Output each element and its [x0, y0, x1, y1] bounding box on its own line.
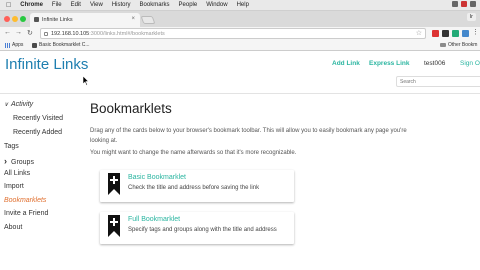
- sidebar-item-activity[interactable]: ∨ Activity: [4, 101, 33, 108]
- description-line: You might want to change the name afterw…: [90, 150, 297, 156]
- apps-grid-icon: [5, 42, 10, 48]
- bookmark-favicon-icon: [32, 42, 37, 48]
- description-line: Drag any of the cards below to your brow…: [90, 128, 407, 134]
- profile-chip[interactable]: Ir: [466, 13, 476, 21]
- bookmark-item[interactable]: Basic Bookmarklet C...: [32, 42, 90, 48]
- menu-window[interactable]: Window: [206, 2, 227, 8]
- bookmark-item-label: Basic Bookmarklet C...: [39, 42, 90, 48]
- sidebar-item-import[interactable]: Import: [4, 183, 24, 190]
- minimize-window-icon[interactable]: [12, 16, 18, 22]
- card-title[interactable]: Basic Bookmarklet: [128, 174, 186, 181]
- back-arrow-icon[interactable]: ←: [4, 29, 11, 36]
- sidebar-item-tags[interactable]: Tags: [4, 143, 19, 150]
- bookmarklet-card-full[interactable]: Full Bookmarklet Specify tags and groups…: [100, 212, 294, 244]
- extension-icon[interactable]: [462, 30, 469, 37]
- sidebar-item-recently-added[interactable]: Recently Added: [13, 129, 62, 136]
- info-icon[interactable]: [44, 32, 48, 36]
- reload-icon[interactable]: ↻: [27, 29, 33, 37]
- search-input[interactable]: [396, 76, 480, 87]
- folder-icon: [440, 43, 446, 47]
- browser-tab-strip: Infinite Links × Ir: [0, 11, 480, 27]
- username-label[interactable]: test006: [424, 60, 445, 67]
- recording-icon[interactable]: [461, 1, 467, 7]
- sidebar-item-groups[interactable]: › Groups: [4, 156, 34, 166]
- extension-icon[interactable]: [442, 30, 449, 37]
- sidebar-item-about[interactable]: About: [4, 224, 22, 231]
- zoom-window-icon[interactable]: [20, 16, 26, 22]
- menu-history[interactable]: History: [112, 2, 131, 8]
- bookmarklet-card-basic[interactable]: Basic Bookmarklet Check the title and ad…: [100, 170, 294, 202]
- new-tab-button[interactable]: [140, 16, 156, 24]
- card-title[interactable]: Full Bookmarklet: [128, 216, 180, 223]
- chevron-right-icon: ›: [4, 156, 7, 166]
- forward-arrow-icon[interactable]: →: [15, 29, 22, 36]
- tab-favicon-icon: [34, 17, 39, 22]
- card-description: Check the title and address before savin…: [128, 185, 260, 191]
- bookmark-star-icon[interactable]: ☆: [416, 29, 422, 37]
- express-link-button[interactable]: Express Link: [369, 60, 409, 67]
- menu-app-chrome[interactable]: Chrome: [20, 2, 43, 8]
- add-link-button[interactable]: Add Link: [332, 60, 360, 67]
- menubar-status-icons: [452, 1, 476, 7]
- address-bar[interactable]: 192.168.10.105:3000/links.html#/bookmark…: [40, 28, 426, 39]
- bookmark-icon: [108, 215, 120, 237]
- status-icon[interactable]: [452, 1, 458, 7]
- browser-tab[interactable]: Infinite Links ×: [30, 13, 140, 27]
- sign-out-link[interactable]: Sign O: [460, 60, 480, 67]
- bookmarks-bar: Apps Basic Bookmarklet C... Other Bookm: [0, 40, 480, 51]
- tab-title: Infinite Links: [42, 17, 73, 23]
- menu-help[interactable]: Help: [237, 2, 249, 8]
- menu-view[interactable]: View: [90, 2, 103, 8]
- sidebar-item-invite[interactable]: Invite a Friend: [4, 210, 48, 217]
- page-title: Bookmarklets: [90, 101, 172, 116]
- apps-label: Apps: [12, 42, 24, 48]
- menu-edit[interactable]: Edit: [71, 2, 81, 8]
- apps-shortcut[interactable]: Apps: [5, 42, 23, 48]
- mouse-cursor-icon: [83, 76, 89, 86]
- sidebar-item-label: Groups: [11, 159, 34, 166]
- wifi-icon[interactable]: [470, 1, 476, 7]
- browser-toolbar: ← → ↻ 192.168.10.105:3000/links.html#/bo…: [0, 27, 480, 40]
- close-tab-icon[interactable]: ×: [131, 16, 135, 22]
- url-host: 192.168.10.105: [51, 31, 90, 37]
- os-menubar:  Chrome File Edit View History Bookmark…: [0, 0, 480, 11]
- extension-icon[interactable]: [452, 30, 459, 37]
- url-path: :3000/links.html#/bookmarklets: [89, 31, 165, 37]
- sidebar-item-bookmarklets[interactable]: Bookmarklets: [4, 197, 46, 204]
- menu-file[interactable]: File: [52, 2, 62, 8]
- menu-bookmarks[interactable]: Bookmarks: [140, 2, 170, 8]
- sidebar-item-all-links[interactable]: All Links: [4, 170, 30, 177]
- description-line: looking at.: [90, 138, 118, 144]
- menu-people[interactable]: People: [179, 2, 198, 8]
- extension-icon[interactable]: [432, 30, 439, 37]
- sidebar-item-label: Activity: [11, 101, 34, 108]
- sidebar-item-recently-visited[interactable]: Recently Visited: [13, 115, 63, 122]
- more-menu-icon[interactable]: ⋮: [472, 28, 479, 36]
- app-header: Infinite Links Add Link Express Link tes…: [0, 52, 480, 94]
- close-window-icon[interactable]: [4, 16, 10, 22]
- bookmark-icon: [108, 173, 120, 195]
- card-description: Specify tags and groups along with the t…: [128, 227, 277, 233]
- other-bookmarks-label: Other Bookm: [448, 42, 478, 48]
- chevron-down-icon: ∨: [4, 102, 9, 108]
- brand-logo[interactable]: Infinite Links: [5, 56, 88, 73]
- apple-icon[interactable]: : [6, 2, 11, 9]
- other-bookmarks[interactable]: Other Bookm: [440, 42, 477, 48]
